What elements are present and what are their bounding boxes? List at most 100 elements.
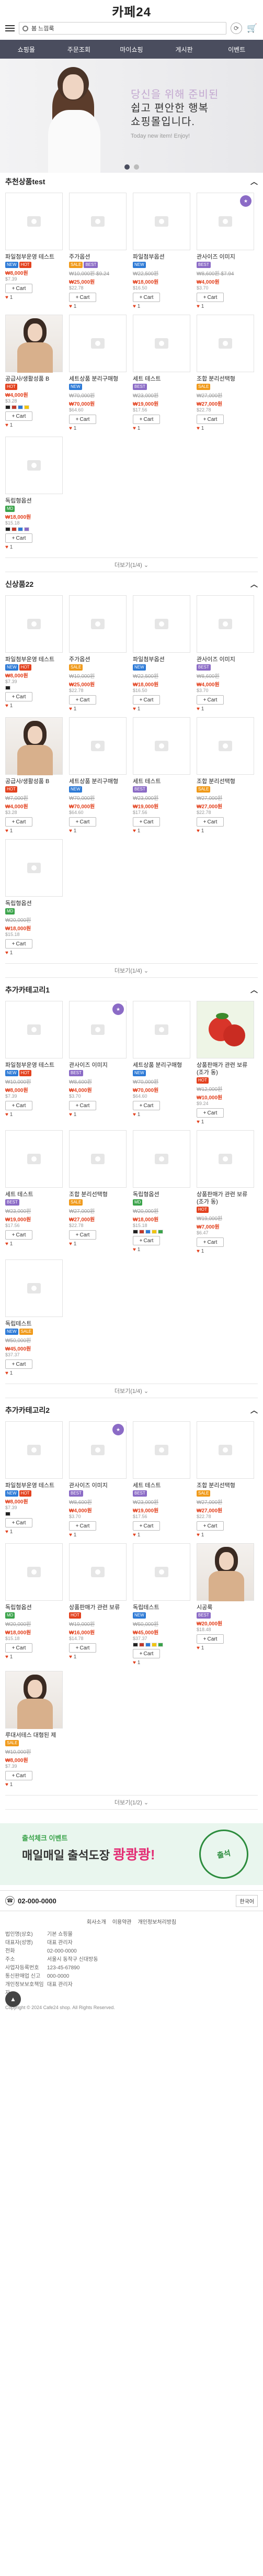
product-name[interactable]: 독립형옵션 bbox=[133, 1191, 190, 1198]
cs-phone[interactable]: 02-000-0000 bbox=[18, 1897, 56, 1905]
add-to-cart-button[interactable]: + Cart bbox=[69, 415, 96, 424]
like-button[interactable]: ♥ 1 bbox=[133, 304, 190, 309]
color-swatch[interactable] bbox=[152, 1643, 157, 1647]
like-button[interactable]: ♥ 1 bbox=[197, 1119, 254, 1125]
product-name[interactable]: 루대서테스 대형된 제 bbox=[5, 1732, 63, 1739]
add-to-cart-button[interactable]: + Cart bbox=[133, 817, 160, 827]
add-to-cart-button[interactable]: + Cart bbox=[69, 1101, 96, 1110]
add-to-cart-button[interactable]: + Cart bbox=[197, 293, 224, 302]
add-to-cart-button[interactable]: + Cart bbox=[197, 1237, 224, 1247]
product-thumbnail[interactable] bbox=[197, 1130, 254, 1188]
product-name[interactable]: 상품판매가 관련 보류(조가 동) bbox=[197, 1191, 254, 1206]
product-thumbnail[interactable] bbox=[133, 1001, 190, 1058]
like-button[interactable]: ♥ 1 bbox=[197, 304, 254, 309]
product-thumbnail[interactable] bbox=[69, 595, 127, 653]
add-to-cart-button[interactable]: + Cart bbox=[197, 1634, 224, 1644]
add-to-cart-button[interactable]: + Cart bbox=[69, 817, 96, 827]
product-thumbnail[interactable] bbox=[133, 193, 190, 250]
product-name[interactable]: 상품판매가 관련 보류(조가 동) bbox=[197, 1062, 254, 1076]
product-thumbnail[interactable] bbox=[197, 595, 254, 653]
like-button[interactable]: ♥ 1 bbox=[69, 1241, 127, 1247]
like-button[interactable]: ♥ 1 bbox=[133, 1532, 190, 1538]
product-thumbnail[interactable] bbox=[133, 1130, 190, 1188]
like-button[interactable]: ♥ 1 bbox=[69, 706, 127, 712]
add-to-cart-button[interactable]: + Cart bbox=[5, 1359, 32, 1369]
like-button[interactable]: ♥ 1 bbox=[5, 1370, 63, 1376]
product-name[interactable]: 파일첨부운영 테스트 bbox=[5, 1482, 63, 1489]
chevron-up-icon[interactable]: ︿ bbox=[250, 579, 258, 589]
pager-dot[interactable] bbox=[124, 164, 130, 170]
product-thumbnail[interactable] bbox=[69, 717, 127, 775]
add-to-cart-button[interactable]: + Cart bbox=[133, 1101, 160, 1110]
chevron-up-icon[interactable]: ︿ bbox=[250, 1405, 258, 1415]
color-swatch[interactable] bbox=[158, 1230, 163, 1234]
product-thumbnail[interactable] bbox=[5, 1421, 63, 1479]
product-name[interactable]: 파일첨부옵션 bbox=[133, 253, 190, 261]
like-button[interactable]: ♥ 1 bbox=[5, 295, 63, 300]
product-name[interactable]: 조합 분리선택형 bbox=[197, 1482, 254, 1489]
product-name[interactable]: 관사이즈 이미지 bbox=[69, 1482, 127, 1489]
more-button[interactable]: 더보기(1/4) ⌄ bbox=[5, 557, 258, 572]
product-name[interactable]: 관사이즈 이미지 bbox=[69, 1062, 127, 1069]
hero-banner[interactable]: 당신을 위해 준비된 쉽고 편안한 행복 쇼핑몰입니다. Today new i… bbox=[0, 59, 263, 173]
footer-link[interactable]: 회사소개 bbox=[87, 1917, 106, 1925]
product-thumbnail[interactable] bbox=[5, 1543, 63, 1601]
color-swatch[interactable] bbox=[18, 527, 23, 531]
product-thumbnail[interactable] bbox=[69, 1130, 127, 1188]
product-name[interactable]: 세트상품 분리구매형 bbox=[69, 778, 127, 785]
attendance-banner[interactable]: 출석체크 이벤트 매일매일 출석도장 쾅쾅쾅! 출석 bbox=[0, 1823, 263, 1885]
add-to-cart-button[interactable]: + Cart bbox=[133, 415, 160, 424]
product-thumbnail[interactable] bbox=[133, 717, 190, 775]
like-button[interactable]: ♥ 1 bbox=[133, 426, 190, 431]
add-to-cart-button[interactable]: + Cart bbox=[133, 695, 160, 705]
menu-icon[interactable] bbox=[5, 25, 15, 31]
dashboard-icon[interactable]: ⟳ bbox=[231, 23, 242, 34]
add-to-cart-button[interactable]: + Cart bbox=[5, 411, 32, 421]
like-button[interactable]: ♥ 1 bbox=[5, 1241, 63, 1247]
product-thumbnail[interactable] bbox=[197, 1543, 254, 1601]
product-thumbnail[interactable]: ★ bbox=[69, 1001, 127, 1058]
product-name[interactable]: 파일첨부운영 테스트 bbox=[5, 1062, 63, 1069]
color-swatch[interactable] bbox=[12, 527, 17, 531]
like-button[interactable]: ♥ 1 bbox=[5, 1654, 63, 1660]
product-name[interactable]: 공급사/생활성품 B bbox=[5, 375, 63, 383]
add-to-cart-button[interactable]: + Cart bbox=[133, 1649, 160, 1658]
like-button[interactable]: ♥ 1 bbox=[69, 426, 127, 431]
nav-item-0[interactable]: 쇼핑몰 bbox=[0, 40, 53, 59]
add-to-cart-button[interactable]: + Cart bbox=[197, 1108, 224, 1118]
nav-item-1[interactable]: 주문조회 bbox=[53, 40, 106, 59]
product-thumbnail[interactable] bbox=[5, 1671, 63, 1729]
add-to-cart-button[interactable]: + Cart bbox=[197, 695, 224, 705]
product-thumbnail[interactable] bbox=[5, 437, 63, 494]
color-swatch[interactable] bbox=[139, 1230, 144, 1234]
nav-item-3[interactable]: 게시판 bbox=[158, 40, 211, 59]
like-button[interactable]: ♥ 1 bbox=[133, 706, 190, 712]
product-thumbnail[interactable] bbox=[69, 1543, 127, 1601]
product-thumbnail[interactable]: ★ bbox=[197, 193, 254, 250]
product-name[interactable]: 독립테스트 bbox=[5, 1320, 63, 1328]
like-button[interactable]: ♥ 1 bbox=[5, 1782, 63, 1788]
cart-icon[interactable]: 🛒 bbox=[246, 23, 258, 34]
like-button[interactable]: ♥ 1 bbox=[5, 828, 63, 834]
add-to-cart-button[interactable]: + Cart bbox=[5, 1518, 32, 1527]
color-swatch[interactable] bbox=[5, 1512, 10, 1516]
like-button[interactable]: ♥ 1 bbox=[197, 426, 254, 431]
color-swatch[interactable] bbox=[133, 1230, 138, 1234]
product-name[interactable]: 관사이즈 이미지 bbox=[197, 656, 254, 663]
product-thumbnail[interactable] bbox=[133, 315, 190, 372]
color-swatch[interactable] bbox=[158, 1643, 163, 1647]
nav-item-4[interactable]: 이벤트 bbox=[210, 40, 263, 59]
product-thumbnail[interactable] bbox=[133, 1543, 190, 1601]
add-to-cart-button[interactable]: + Cart bbox=[5, 533, 32, 543]
add-to-cart-button[interactable]: + Cart bbox=[5, 1643, 32, 1653]
add-to-cart-button[interactable]: + Cart bbox=[5, 1230, 32, 1240]
product-thumbnail[interactable] bbox=[197, 1421, 254, 1479]
product-thumbnail[interactable] bbox=[197, 717, 254, 775]
product-thumbnail[interactable]: ★ bbox=[69, 1421, 127, 1479]
product-name[interactable]: 독립형옵션 bbox=[5, 900, 63, 907]
add-to-cart-button[interactable]: + Cart bbox=[69, 1521, 96, 1531]
add-to-cart-button[interactable]: + Cart bbox=[133, 293, 160, 302]
like-button[interactable]: ♥ 1 bbox=[5, 422, 63, 428]
logo[interactable]: 카페24 bbox=[0, 0, 263, 21]
product-name[interactable]: 파일첨부운영 테스트 bbox=[5, 253, 63, 261]
